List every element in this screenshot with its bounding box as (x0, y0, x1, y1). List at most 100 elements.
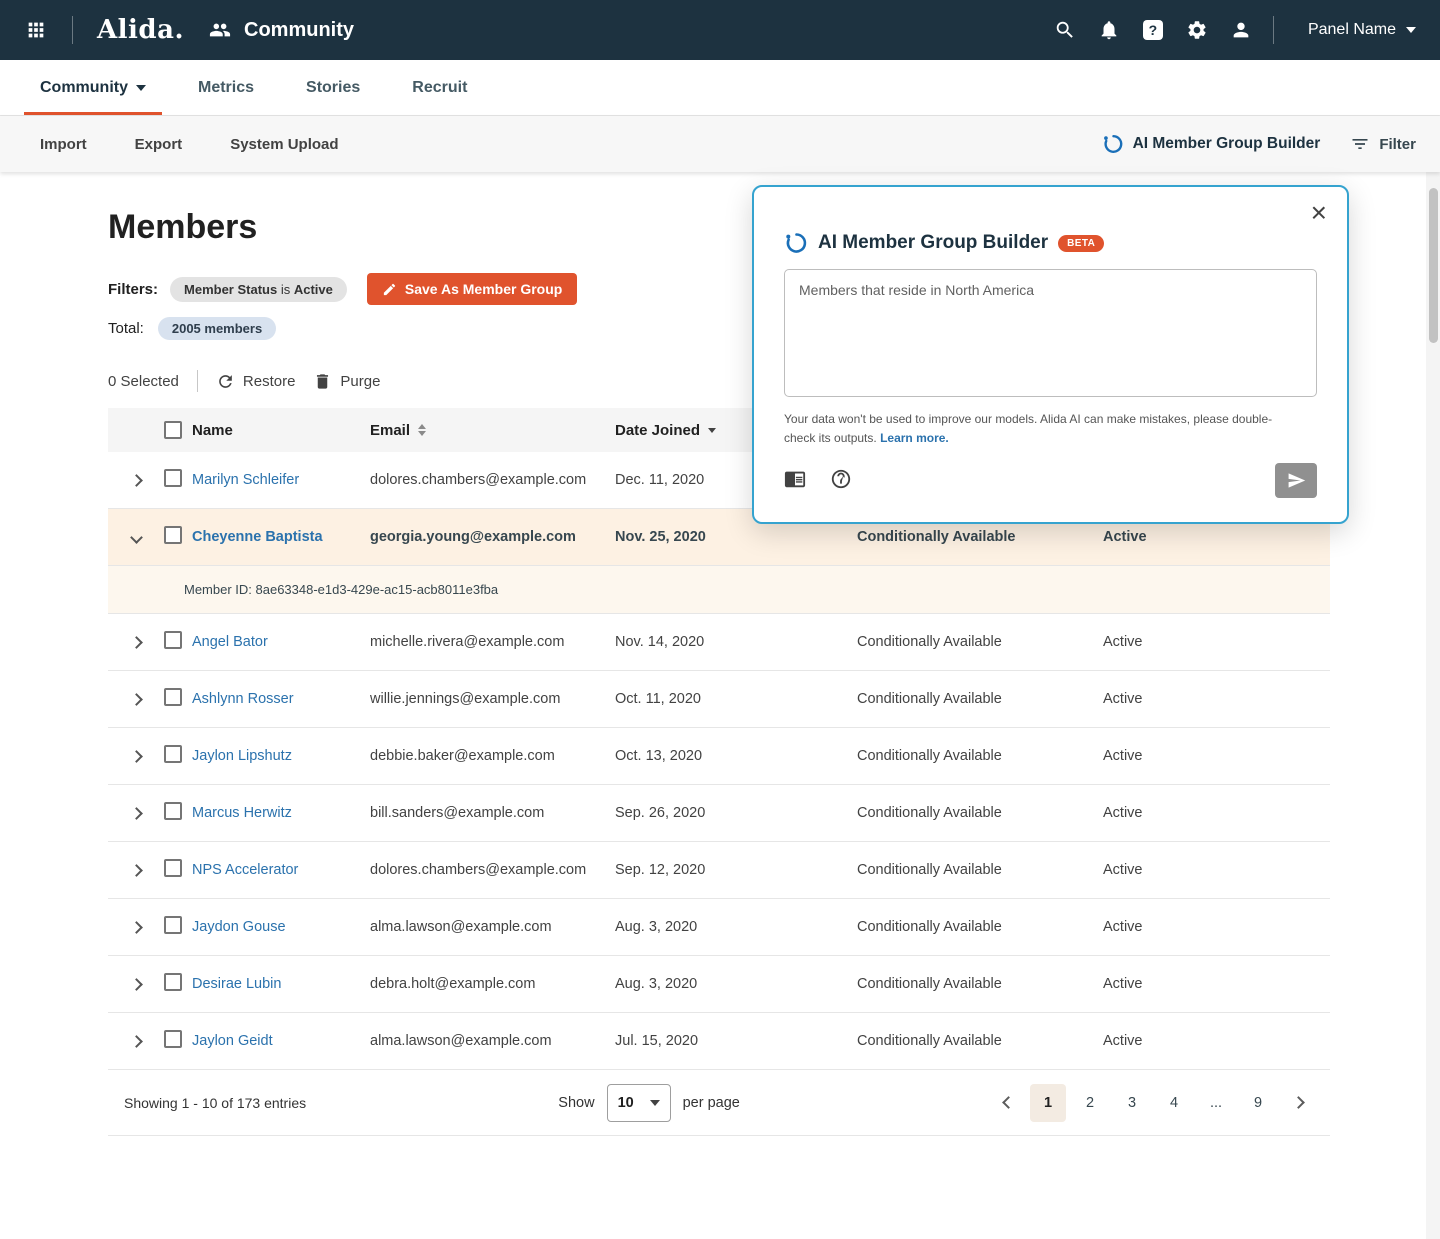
help-icon[interactable] (1141, 18, 1165, 42)
tab-label: Stories (306, 79, 360, 97)
member-name-link[interactable]: Jaylon Lipshutz (192, 748, 292, 764)
app-title: Community (244, 19, 354, 42)
column-email[interactable]: Email (370, 422, 615, 439)
table-row: Jaylon Geidt alma.lawson@example.com Jul… (108, 1013, 1330, 1070)
total-label: Total: (108, 320, 144, 337)
export-button[interactable]: Export (135, 136, 183, 153)
ai-member-group-builder-button[interactable]: AI Member Group Builder (1102, 133, 1321, 155)
row-checkbox[interactable] (164, 802, 182, 820)
help-circle-icon[interactable] (830, 468, 852, 493)
member-name-link[interactable]: Jaydon Gouse (192, 919, 286, 935)
filter-button[interactable]: Filter (1350, 134, 1416, 154)
member-name-link[interactable]: Desirae Lubin (192, 976, 281, 992)
ai-prompt-input[interactable]: Members that reside in North America (784, 269, 1317, 397)
member-status: Active (1103, 919, 1330, 935)
pagination-page-9[interactable]: 9 (1240, 1084, 1276, 1122)
save-as-member-group-button[interactable]: Save As Member Group (367, 273, 577, 305)
notifications-bell-icon[interactable] (1097, 18, 1121, 42)
column-name[interactable]: Name (192, 422, 233, 439)
row-checkbox[interactable] (164, 526, 182, 544)
select-all-checkbox[interactable] (164, 421, 182, 439)
pagination-prev[interactable] (992, 1084, 1024, 1122)
row-checkbox[interactable] (164, 469, 182, 487)
scrollbar-thumb[interactable] (1429, 188, 1438, 343)
page-size-select[interactable]: 10 (607, 1084, 671, 1122)
restore-button[interactable]: Restore (216, 372, 296, 391)
send-button[interactable] (1275, 463, 1317, 498)
member-detail-row: Member ID: 8ae63348-e1d3-429e-ac15-acb80… (108, 566, 1330, 614)
tab-community[interactable]: Community (24, 60, 162, 115)
member-date-joined: Nov. 14, 2020 (615, 634, 857, 650)
scrollbar-track[interactable] (1426, 172, 1440, 1239)
settings-gear-icon[interactable] (1185, 18, 1209, 42)
member-availability: Conditionally Available (857, 862, 1103, 878)
expand-row-button[interactable] (108, 809, 164, 818)
pagination-page-4[interactable]: 4 (1156, 1084, 1192, 1122)
pagination-page-3[interactable]: 3 (1114, 1084, 1150, 1122)
show-label: Show (558, 1095, 594, 1111)
expand-row-button[interactable] (108, 1037, 164, 1046)
member-name-link[interactable]: Ashlynn Rosser (192, 691, 294, 707)
account-person-icon[interactable] (1229, 18, 1253, 42)
tab-label: Metrics (198, 79, 254, 97)
row-checkbox[interactable] (164, 973, 182, 991)
tab-recruit[interactable]: Recruit (396, 60, 483, 115)
filter-chip-member-status[interactable]: Member Status is Active (170, 277, 347, 302)
tab-stories[interactable]: Stories (290, 60, 376, 115)
apps-grid-icon[interactable] (24, 18, 48, 42)
member-status: Active (1103, 529, 1330, 545)
pencil-icon (382, 282, 397, 297)
member-name-link[interactable]: Cheyenne Baptista (192, 529, 323, 545)
expand-row-button[interactable] (108, 980, 164, 989)
panel-selector[interactable]: Panel Name (1308, 21, 1416, 39)
member-name-link[interactable]: Angel Bator (192, 634, 268, 650)
row-checkbox[interactable] (164, 688, 182, 706)
member-date-joined: Aug. 3, 2020 (615, 976, 857, 992)
prompt-templates-icon[interactable] (784, 468, 806, 493)
pagination-page-1[interactable]: 1 (1030, 1084, 1066, 1122)
member-date-joined: Oct. 13, 2020 (615, 748, 857, 764)
row-checkbox[interactable] (164, 1030, 182, 1048)
row-checkbox[interactable] (164, 859, 182, 877)
member-name-link[interactable]: Marilyn Schleifer (192, 472, 299, 488)
purge-label: Purge (340, 373, 380, 390)
member-availability: Conditionally Available (857, 805, 1103, 821)
member-email: alma.lawson@example.com (370, 919, 615, 935)
expand-row-button[interactable] (108, 695, 164, 704)
send-icon (1287, 471, 1306, 490)
row-checkbox[interactable] (164, 745, 182, 763)
member-name-link[interactable]: Jaylon Geidt (192, 1033, 273, 1049)
page-size-value: 10 (618, 1095, 634, 1111)
expand-row-button[interactable] (108, 533, 164, 542)
system-upload-button[interactable]: System Upload (230, 136, 338, 153)
search-icon[interactable] (1053, 18, 1077, 42)
tab-metrics[interactable]: Metrics (182, 60, 270, 115)
expand-row-button[interactable] (108, 923, 164, 932)
learn-more-link[interactable]: Learn more. (880, 431, 949, 445)
topbar-divider (1273, 16, 1274, 44)
filter-chip-field: Member Status (184, 282, 277, 297)
expand-row-button[interactable] (108, 752, 164, 761)
member-name-link[interactable]: NPS Accelerator (192, 862, 298, 878)
expand-row-button[interactable] (108, 866, 164, 875)
member-availability: Conditionally Available (857, 748, 1103, 764)
member-name-link[interactable]: Marcus Herwitz (192, 805, 292, 821)
row-checkbox[interactable] (164, 916, 182, 934)
chevron-expand-icon (130, 1035, 143, 1048)
pagination-next[interactable] (1282, 1084, 1314, 1122)
sort-icon (418, 424, 426, 436)
member-email: alma.lawson@example.com (370, 1033, 615, 1049)
expand-row-button[interactable] (108, 638, 164, 647)
import-button[interactable]: Import (40, 136, 87, 153)
member-date-joined: Sep. 12, 2020 (615, 862, 857, 878)
member-date-joined: Jul. 15, 2020 (615, 1033, 857, 1049)
table-row: Jaydon Gouse alma.lawson@example.com Aug… (108, 899, 1330, 956)
close-icon[interactable] (1311, 199, 1327, 227)
expand-row-button[interactable] (108, 476, 164, 485)
purge-button[interactable]: Purge (313, 372, 380, 391)
member-email: bill.sanders@example.com (370, 805, 615, 821)
chevron-expand-icon (130, 807, 143, 820)
pagination-page-2[interactable]: 2 (1072, 1084, 1108, 1122)
row-checkbox[interactable] (164, 631, 182, 649)
member-id: Member ID: 8ae63348-e1d3-429e-ac15-acb80… (184, 582, 498, 597)
